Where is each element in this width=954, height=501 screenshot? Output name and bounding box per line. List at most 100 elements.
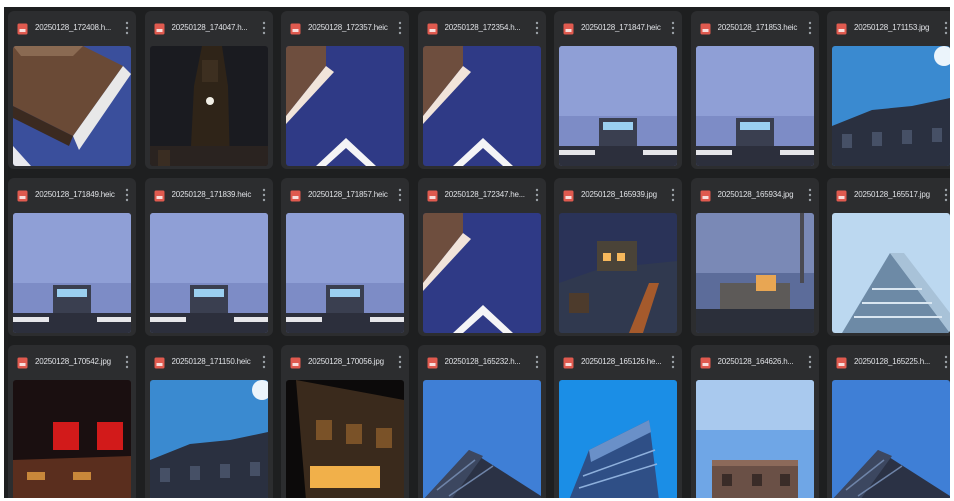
file-card[interactable]: 20250128_165126.he... [554,345,682,498]
more-options-icon[interactable] [807,354,813,370]
file-card[interactable]: 20250128_171150.heic [144,345,273,498]
file-name: 20250128_170542.jpg [35,357,111,366]
file-name: 20250128_174047.h... [171,23,248,32]
file-thumbnail[interactable] [832,46,950,166]
file-thumbnail[interactable] [149,213,268,333]
file-card-header: 20250128_165939.jpg [554,178,682,212]
file-card[interactable]: 20250128_164626.h... [690,345,819,498]
image-file-icon [700,189,711,202]
file-name: 20250128_172347.he... [444,190,526,199]
file-card[interactable]: 20250128_171857.heic [281,178,409,336]
more-options-icon[interactable] [397,20,403,36]
file-thumbnail[interactable] [695,46,814,166]
file-thumbnail[interactable] [559,380,677,498]
more-options-icon[interactable] [670,187,676,203]
file-thumbnail[interactable] [559,213,677,333]
file-grid: 20250128_172408.h... 20250128_174047.h..… [4,7,950,498]
file-card[interactable]: 20250128_170056.jpg [281,345,409,498]
file-card[interactable]: 20250128_170542.jpg [8,345,136,498]
file-card-header: 20250128_164626.h... [691,345,819,379]
file-thumbnail[interactable] [286,46,404,166]
file-card[interactable]: 20250128_174047.h... [144,11,273,169]
more-options-icon[interactable] [670,20,676,36]
image-file-icon [154,22,165,35]
file-name: 20250128_171150.heic [171,357,251,366]
image-file-icon [290,22,301,35]
file-name: 20250128_170056.jpg [308,357,384,366]
file-card[interactable]: 20250128_172354.h... [417,11,546,169]
file-card[interactable]: 20250128_165934.jpg [690,178,819,336]
more-options-icon[interactable] [534,20,540,36]
file-thumbnail[interactable] [695,380,814,498]
file-thumbnail[interactable] [286,380,404,498]
more-options-icon[interactable] [124,20,130,36]
file-thumbnail[interactable] [559,46,677,166]
file-thumbnail[interactable] [422,213,541,333]
file-card[interactable]: 20250128_172357.heic [281,11,409,169]
image-file-icon [700,356,711,369]
file-name: 20250128_171153.jpg [854,23,930,32]
file-name: 20250128_165517.jpg [854,190,930,199]
file-name: 20250128_172354.h... [444,23,521,32]
file-card[interactable]: 20250128_165232.h... [417,345,546,498]
file-card[interactable]: 20250128_172408.h... [8,11,136,169]
file-thumbnail[interactable] [13,213,131,333]
file-card-header: 20250128_165934.jpg [691,178,819,212]
file-card-header: 20250128_171849.heic [8,178,136,212]
more-options-icon[interactable] [261,20,267,36]
file-card-header: 20250128_165126.he... [554,345,682,379]
more-options-icon[interactable] [124,354,130,370]
more-options-icon[interactable] [397,187,403,203]
file-thumbnail[interactable] [13,46,131,166]
file-name: 20250128_171847.heic [581,23,661,32]
more-options-icon[interactable] [670,354,676,370]
more-options-icon[interactable] [807,20,813,36]
file-card[interactable]: 20250128_165517.jpg [827,178,950,336]
file-thumbnail[interactable] [422,46,541,166]
image-file-icon [836,189,847,202]
file-name: 20250128_171839.heic [171,190,252,199]
more-options-icon[interactable] [807,187,813,203]
more-options-icon[interactable] [397,354,403,370]
file-card[interactable]: 20250128_171849.heic [8,178,136,336]
image-file-icon [836,22,847,35]
file-card-header: 20250128_171150.heic [145,345,273,379]
file-card-header: 20250128_171857.heic [281,178,409,212]
file-card[interactable]: 20250128_165225.h... [827,345,950,498]
file-thumbnail[interactable] [149,380,268,498]
more-options-icon[interactable] [943,354,949,370]
more-options-icon[interactable] [943,187,949,203]
file-name: 20250128_172357.heic [308,23,388,32]
file-card-header: 20250128_172408.h... [8,11,136,45]
file-card[interactable]: 20250128_165939.jpg [554,178,682,336]
file-thumbnail[interactable] [286,213,404,333]
file-thumbnail[interactable] [422,380,541,498]
more-options-icon[interactable] [261,354,267,370]
file-card-header: 20250128_172347.he... [418,178,546,212]
file-thumbnail[interactable] [832,380,950,498]
file-thumbnail[interactable] [149,46,268,166]
image-file-icon [427,356,438,369]
file-name: 20250128_165934.jpg [717,190,794,199]
file-card[interactable]: 20250128_171847.heic [554,11,682,169]
file-card[interactable]: 20250128_171853.heic [690,11,819,169]
image-file-icon [17,356,28,369]
more-options-icon[interactable] [943,20,949,36]
image-file-icon [290,356,301,369]
file-card[interactable]: 20250128_171153.jpg [827,11,950,169]
file-thumbnail[interactable] [695,213,814,333]
file-card-header: 20250128_170056.jpg [281,345,409,379]
file-card-header: 20250128_170542.jpg [8,345,136,379]
more-options-icon[interactable] [534,354,540,370]
more-options-icon[interactable] [261,187,267,203]
file-card[interactable]: 20250128_172347.he... [417,178,546,336]
file-card-header: 20250128_165517.jpg [827,178,950,212]
more-options-icon[interactable] [534,187,540,203]
file-card[interactable]: 20250128_171839.heic [144,178,273,336]
file-card-header: 20250128_165225.h... [827,345,950,379]
file-name: 20250128_165225.h... [854,357,931,366]
file-thumbnail[interactable] [13,380,131,498]
file-name: 20250128_165126.he... [581,357,662,366]
more-options-icon[interactable] [124,187,130,203]
file-thumbnail[interactable] [832,213,950,333]
